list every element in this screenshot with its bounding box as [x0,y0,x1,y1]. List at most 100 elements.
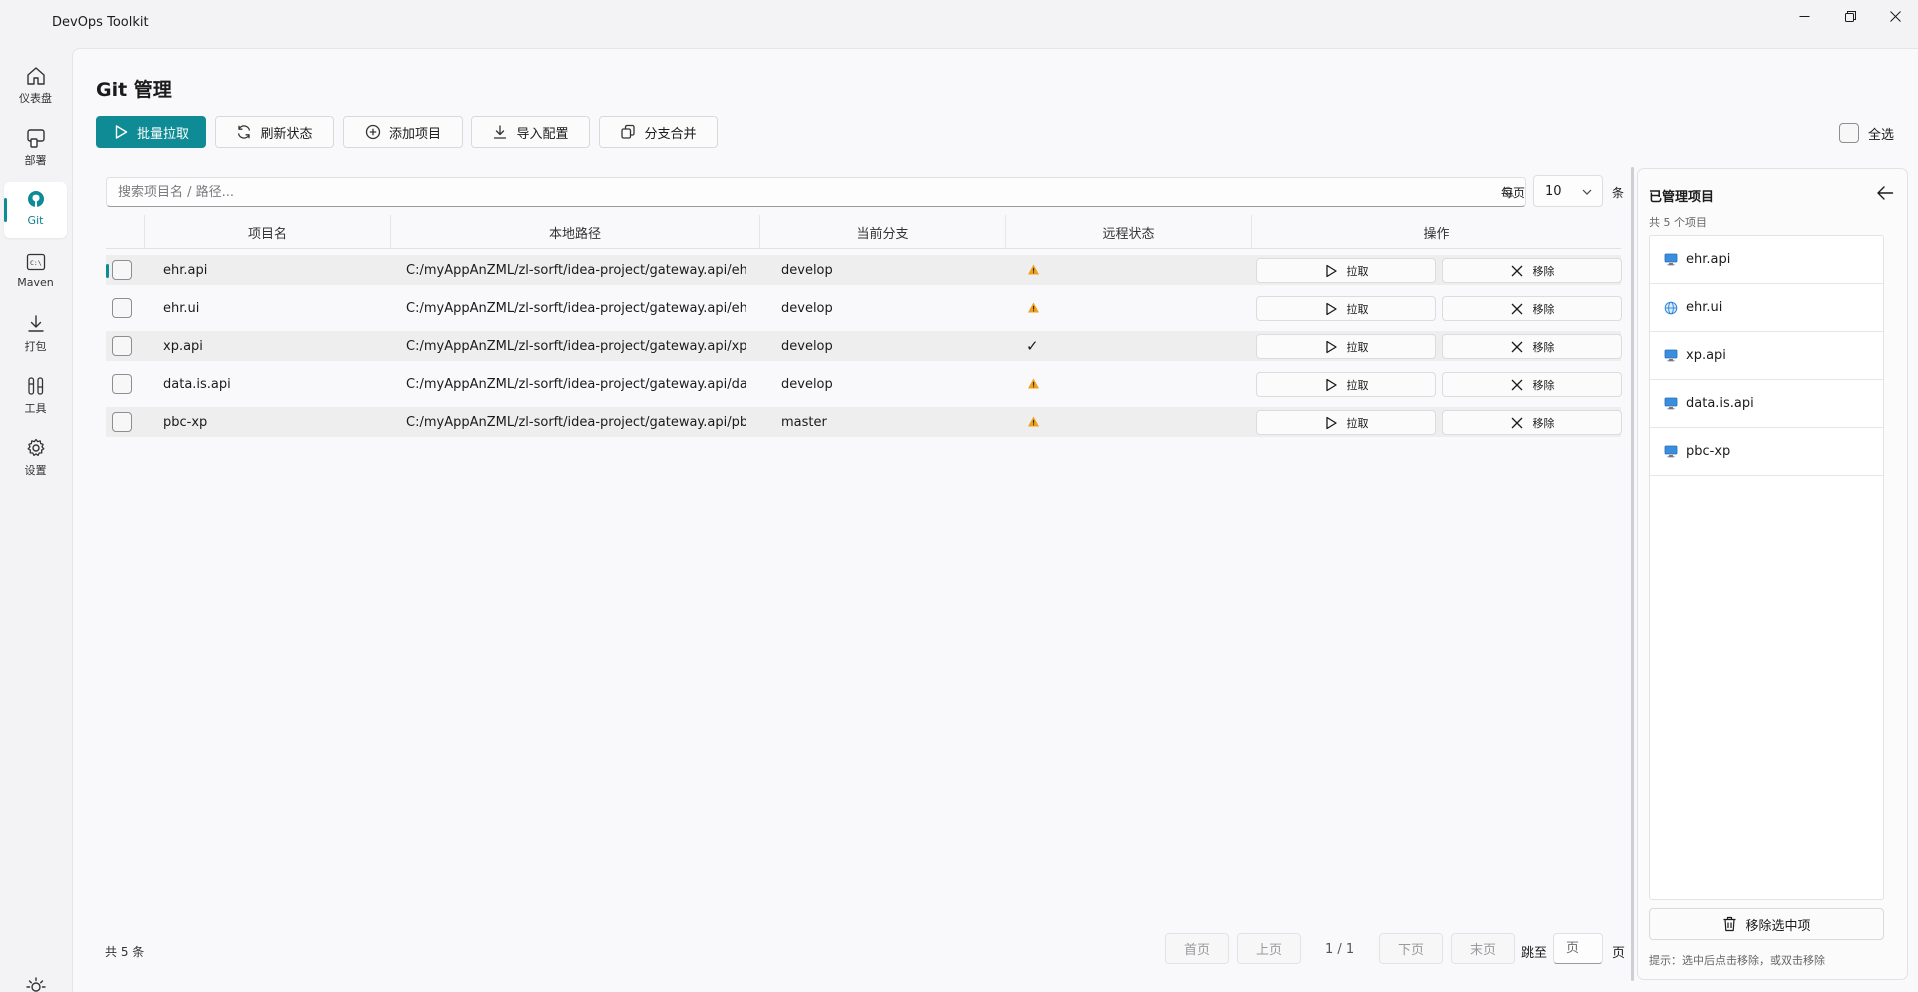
remove-selected-button[interactable]: 移除选中项 [1649,908,1884,940]
row-checkbox[interactable] [112,260,132,280]
close-icon [1889,10,1901,22]
table-row[interactable]: ehr.ui C:/myAppAnZML/zl-sorft/idea-proje… [106,293,1622,323]
project-name: ehr.api [163,263,208,278]
list-item-label: ehr.ui [1686,300,1723,315]
next-page-button[interactable]: 下页 [1379,933,1443,964]
panel-title: 已管理项目 [1649,190,1715,205]
trash-icon [1723,916,1736,932]
github-icon [27,191,44,207]
project-name: xp.api [163,339,203,354]
row-checkbox[interactable] [112,374,132,394]
pull-button[interactable]: 拉取 [1256,296,1436,321]
row-checkbox[interactable] [112,336,132,356]
project-path: C:/myAppAnZML/zl-sorft/idea-project/gate… [406,301,746,316]
play-icon [1325,264,1337,277]
table-row[interactable]: data.is.api C:/myAppAnZML/zl-sorft/idea-… [106,369,1622,399]
jump-label: 跳至 [1521,946,1548,961]
pull-button[interactable]: 拉取 [1256,372,1436,397]
import-config-button[interactable]: 导入配置 [471,116,590,148]
select-all-checkbox[interactable] [1839,123,1859,143]
batch-pull-button[interactable]: 批量拉取 [96,116,206,148]
list-item[interactable]: ehr.api [1650,236,1883,284]
list-item[interactable]: xp.api [1650,332,1883,380]
close-icon [1511,265,1522,276]
list-item[interactable]: data.is.api [1650,380,1883,428]
search-input[interactable] [107,178,1487,206]
remove-button[interactable]: 移除 [1442,410,1622,435]
globe-icon [1664,301,1678,314]
tools-icon [27,377,43,395]
row-checkbox[interactable] [112,298,132,318]
close-icon [1511,341,1522,352]
play-icon [1325,378,1337,391]
pull-button[interactable]: 拉取 [1256,334,1436,359]
nav-item-tools[interactable]: 工具 [4,368,67,424]
monitor-icon [1664,253,1678,266]
minimize-button[interactable] [1781,0,1827,32]
refresh-icon [238,125,251,139]
home-icon [26,67,45,85]
pull-label: 拉取 [1346,302,1369,316]
project-name: ehr.ui [163,301,200,316]
column-header[interactable]: 远程状态 [1005,215,1251,249]
gear-icon [27,438,44,457]
nav-item-deploy[interactable]: 部署 [4,120,67,176]
column-header[interactable]: 操作 [1251,215,1621,249]
refresh-status-button[interactable]: 刷新状态 [215,116,334,148]
last-page-button[interactable]: 末页 [1451,933,1515,964]
pull-button[interactable]: 拉取 [1256,410,1436,435]
jump-page-input[interactable] [1553,933,1603,964]
panel-splitter[interactable] [1631,167,1634,981]
nav-item-label: 仪表盘 [19,92,52,105]
restore-button[interactable] [1827,0,1873,32]
list-item-label: ehr.api [1686,252,1731,267]
batch-pull-label: 批量拉取 [136,126,189,142]
first-page-button[interactable]: 首页 [1165,933,1229,964]
remove-button[interactable]: 移除 [1442,372,1622,397]
play-icon [1325,340,1337,353]
project-branch: develop [781,263,833,278]
nav-item-package[interactable]: 打包 [4,306,67,362]
table-row[interactable]: ehr.api C:/myAppAnZML/zl-sorft/idea-proj… [106,255,1622,285]
remove-label: 移除 [1532,416,1555,430]
page-size-value: 10 [1545,184,1562,199]
pull-button[interactable]: 拉取 [1256,258,1436,283]
add-project-label: 添加项目 [388,126,441,142]
nav-item-maven[interactable]: C:\ Maven [4,244,67,300]
close-icon [1511,379,1522,390]
managed-project-list: ehr.api ehr.ui xp.api data.is.api pbc-xp [1649,235,1884,900]
monitor-icon [1664,397,1678,410]
minimize-icon [1799,15,1809,17]
pull-label: 拉取 [1346,378,1369,392]
page-title: Git 管理 [96,79,172,101]
remove-button[interactable]: 移除 [1442,296,1622,321]
row-checkbox[interactable] [112,412,132,432]
restore-icon [1844,10,1856,22]
branch-merge-button[interactable]: 分支合并 [599,116,718,148]
nav-item-dashboard[interactable]: 仪表盘 [4,58,67,114]
table-row[interactable]: xp.api C:/myAppAnZML/zl-sorft/idea-proje… [106,331,1622,361]
remove-button[interactable]: 移除 [1442,258,1622,283]
column-header[interactable]: 项目名 [144,215,390,249]
column-header[interactable]: 本地路径 [390,215,759,249]
remove-button[interactable]: 移除 [1442,334,1622,359]
close-window-button[interactable] [1872,0,1918,32]
prev-page-button[interactable]: 上页 [1237,933,1301,964]
add-project-button[interactable]: 添加项目 [343,116,463,148]
list-item[interactable]: pbc-xp [1650,428,1883,476]
panel-hint: 提示：选中后点击移除，或双击移除 [1649,954,1825,967]
nav-item-label: Maven [17,276,54,289]
nav-item-git[interactable]: Git [4,182,67,238]
search-box[interactable] [106,177,1526,207]
arrow-left-icon [1877,186,1894,200]
page-size-select[interactable]: 10 [1533,175,1603,207]
column-header[interactable]: 当前分支 [759,215,1005,249]
select-all[interactable]: 全选 [1839,123,1894,143]
table-row[interactable]: pbc-xp C:/myAppAnZML/zl-sorft/idea-proje… [106,407,1622,437]
nav-item-settings[interactable]: 设置 [4,430,67,486]
collapse-panel-button[interactable] [1873,181,1897,205]
list-item[interactable]: ehr.ui [1650,284,1883,332]
project-path: C:/myAppAnZML/zl-sorft/idea-project/gate… [406,339,746,354]
warning-icon [1028,378,1039,389]
title-bar: DevOps Toolkit [0,0,1918,48]
